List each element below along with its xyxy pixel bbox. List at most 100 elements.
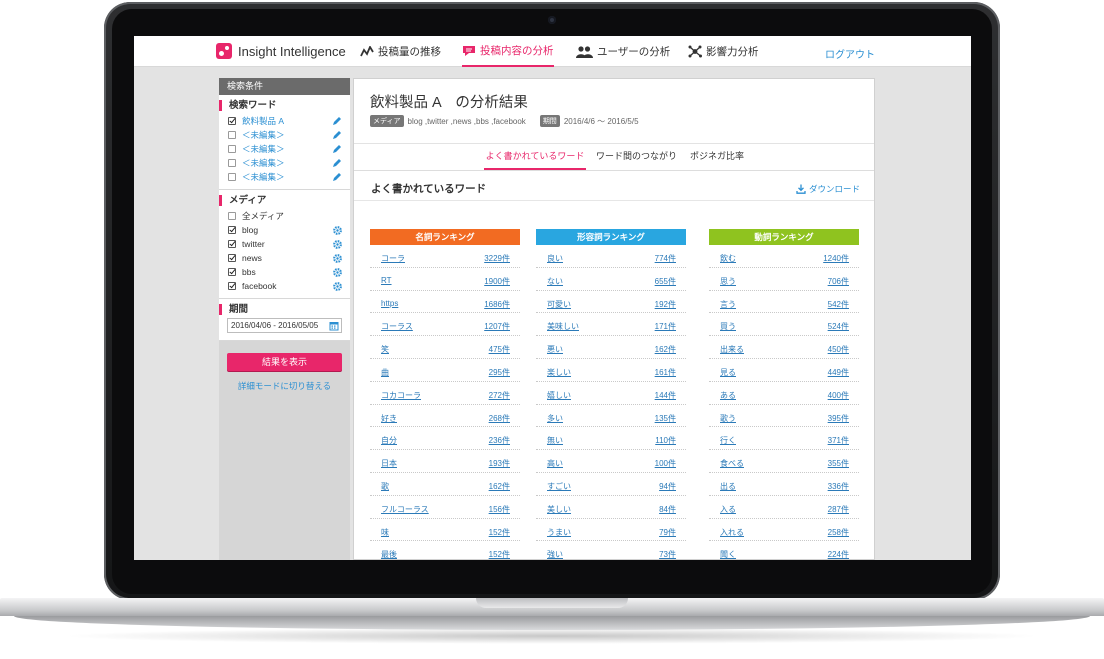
ranking-count-link[interactable]: 79件 (659, 527, 676, 538)
keyword-item[interactable]: ＜未編集＞ (219, 170, 350, 184)
ranking-word-link[interactable]: ない (547, 276, 563, 287)
media-item-twitter[interactable]: twitter (219, 237, 350, 251)
keyword-label[interactable]: ＜未編集＞ (242, 158, 285, 168)
keyword-checkbox[interactable] (228, 173, 236, 181)
ranking-word-link[interactable]: 可愛い (547, 299, 571, 310)
ranking-word-link[interactable]: 買う (720, 321, 736, 332)
ranking-count-link[interactable]: 336件 (828, 481, 849, 492)
ranking-word-link[interactable]: フルコーラス (381, 504, 429, 515)
media-checkbox[interactable] (228, 254, 236, 262)
ranking-count-link[interactable]: 371件 (828, 435, 849, 446)
ranking-count-link[interactable]: 236件 (489, 435, 510, 446)
tab-frequent-words[interactable]: よく書かれているワード (484, 144, 586, 170)
show-results-button[interactable]: 結果を表示 (227, 353, 342, 371)
pencil-icon[interactable] (332, 116, 342, 126)
brand-logo[interactable]: Insight Intelligence (216, 43, 346, 59)
ranking-word-link[interactable]: 出る (720, 481, 736, 492)
ranking-word-link[interactable]: 入れる (720, 527, 744, 538)
media-checkbox[interactable] (228, 268, 236, 276)
ranking-word-link[interactable]: 出来る (720, 344, 744, 355)
nav-user-analysis[interactable]: ユーザーの分析 (576, 36, 670, 67)
ranking-word-link[interactable]: 食べる (720, 458, 744, 469)
ranking-word-link[interactable]: 好き (381, 413, 397, 424)
ranking-count-link[interactable]: 152件 (489, 549, 510, 560)
media-checkbox[interactable] (228, 240, 236, 248)
ranking-count-link[interactable]: 162件 (655, 344, 676, 355)
ranking-count-link[interactable]: 655件 (655, 276, 676, 287)
pencil-icon[interactable] (332, 144, 342, 154)
ranking-count-link[interactable]: 475件 (489, 344, 510, 355)
ranking-word-link[interactable]: 曲 (381, 367, 389, 378)
ranking-count-link[interactable]: 156件 (489, 504, 510, 515)
ranking-count-link[interactable]: 258件 (828, 527, 849, 538)
keyword-checkbox[interactable] (228, 159, 236, 167)
nav-post-volume[interactable]: 投稿量の推移 (360, 36, 441, 67)
ranking-word-link[interactable]: 多い (547, 413, 563, 424)
calendar-icon[interactable] (329, 321, 339, 331)
tab-posi-nega-ratio[interactable]: ポジネガ比率 (688, 144, 746, 170)
ranking-word-link[interactable]: うまい (547, 527, 571, 538)
ranking-count-link[interactable]: 295件 (489, 367, 510, 378)
ranking-count-link[interactable]: 400件 (828, 390, 849, 401)
media-item-bbs[interactable]: bbs (219, 265, 350, 279)
ranking-count-link[interactable]: 3229件 (484, 253, 510, 264)
ranking-count-link[interactable]: 135件 (655, 413, 676, 424)
detail-mode-link[interactable]: 詳細モードに切り替える (219, 380, 350, 392)
pencil-icon[interactable] (332, 158, 342, 168)
ranking-count-link[interactable]: 1900件 (484, 276, 510, 287)
ranking-count-link[interactable]: 171件 (655, 321, 676, 332)
ranking-count-link[interactable]: 449件 (828, 367, 849, 378)
period-date-field[interactable]: 2016/04/06 - 2016/05/05 (227, 318, 342, 333)
pencil-icon[interactable] (332, 130, 342, 140)
ranking-word-link[interactable]: 聞く (720, 549, 736, 560)
ranking-word-link[interactable]: 笑 (381, 344, 389, 355)
keyword-item[interactable]: ＜未編集＞ (219, 128, 350, 142)
keyword-checkbox[interactable] (228, 117, 236, 125)
ranking-word-link[interactable]: 美しい (547, 504, 571, 515)
ranking-count-link[interactable]: 110件 (655, 435, 676, 446)
ranking-count-link[interactable]: 224件 (828, 549, 849, 560)
keyword-checkbox[interactable] (228, 131, 236, 139)
ranking-word-link[interactable]: コカコーラ (381, 390, 421, 401)
ranking-word-link[interactable]: 歌 (381, 481, 389, 492)
ranking-word-link[interactable]: 見る (720, 367, 736, 378)
keyword-checkbox[interactable] (228, 145, 236, 153)
ranking-count-link[interactable]: 144件 (655, 390, 676, 401)
ranking-count-link[interactable]: 272件 (489, 390, 510, 401)
ranking-count-link[interactable]: 395件 (828, 413, 849, 424)
nav-post-content-analysis[interactable]: 投稿内容の分析 (462, 36, 554, 67)
gear-icon[interactable] (333, 254, 342, 263)
ranking-word-link[interactable]: 無い (547, 435, 563, 446)
ranking-count-link[interactable]: 1686件 (484, 299, 510, 310)
ranking-count-link[interactable]: 1240件 (823, 253, 849, 264)
ranking-word-link[interactable]: 言う (720, 299, 736, 310)
tab-word-connections[interactable]: ワード間のつながり (596, 144, 677, 170)
ranking-word-link[interactable]: RT (381, 276, 392, 285)
ranking-count-link[interactable]: 287件 (828, 504, 849, 515)
ranking-count-link[interactable]: 162件 (489, 481, 510, 492)
keyword-label[interactable]: ＜未編集＞ (242, 172, 285, 182)
media-item-facebook[interactable]: facebook (219, 279, 350, 293)
ranking-count-link[interactable]: 152件 (489, 527, 510, 538)
ranking-word-link[interactable]: 日本 (381, 458, 397, 469)
ranking-word-link[interactable]: ある (720, 390, 736, 401)
keyword-label[interactable]: 飲料製品 A (242, 116, 284, 126)
keyword-item[interactable]: ＜未編集＞ (219, 142, 350, 156)
ranking-count-link[interactable]: 84件 (659, 504, 676, 515)
ranking-count-link[interactable]: 774件 (655, 253, 676, 264)
ranking-word-link[interactable]: すごい (547, 481, 571, 492)
gear-icon[interactable] (333, 268, 342, 277)
ranking-word-link[interactable]: 悪い (547, 344, 563, 355)
media-checkbox[interactable] (228, 212, 236, 220)
ranking-count-link[interactable]: 524件 (828, 321, 849, 332)
gear-icon[interactable] (333, 226, 342, 235)
media-checkbox[interactable] (228, 226, 236, 234)
ranking-count-link[interactable]: 192件 (655, 299, 676, 310)
download-link[interactable]: ダウンロード (796, 183, 860, 195)
ranking-count-link[interactable]: 355件 (828, 458, 849, 469)
ranking-word-link[interactable]: 入る (720, 504, 736, 515)
gear-icon[interactable] (333, 240, 342, 249)
ranking-word-link[interactable]: 高い (547, 458, 563, 469)
ranking-word-link[interactable]: 最後 (381, 549, 397, 560)
ranking-count-link[interactable]: 1207件 (484, 321, 510, 332)
